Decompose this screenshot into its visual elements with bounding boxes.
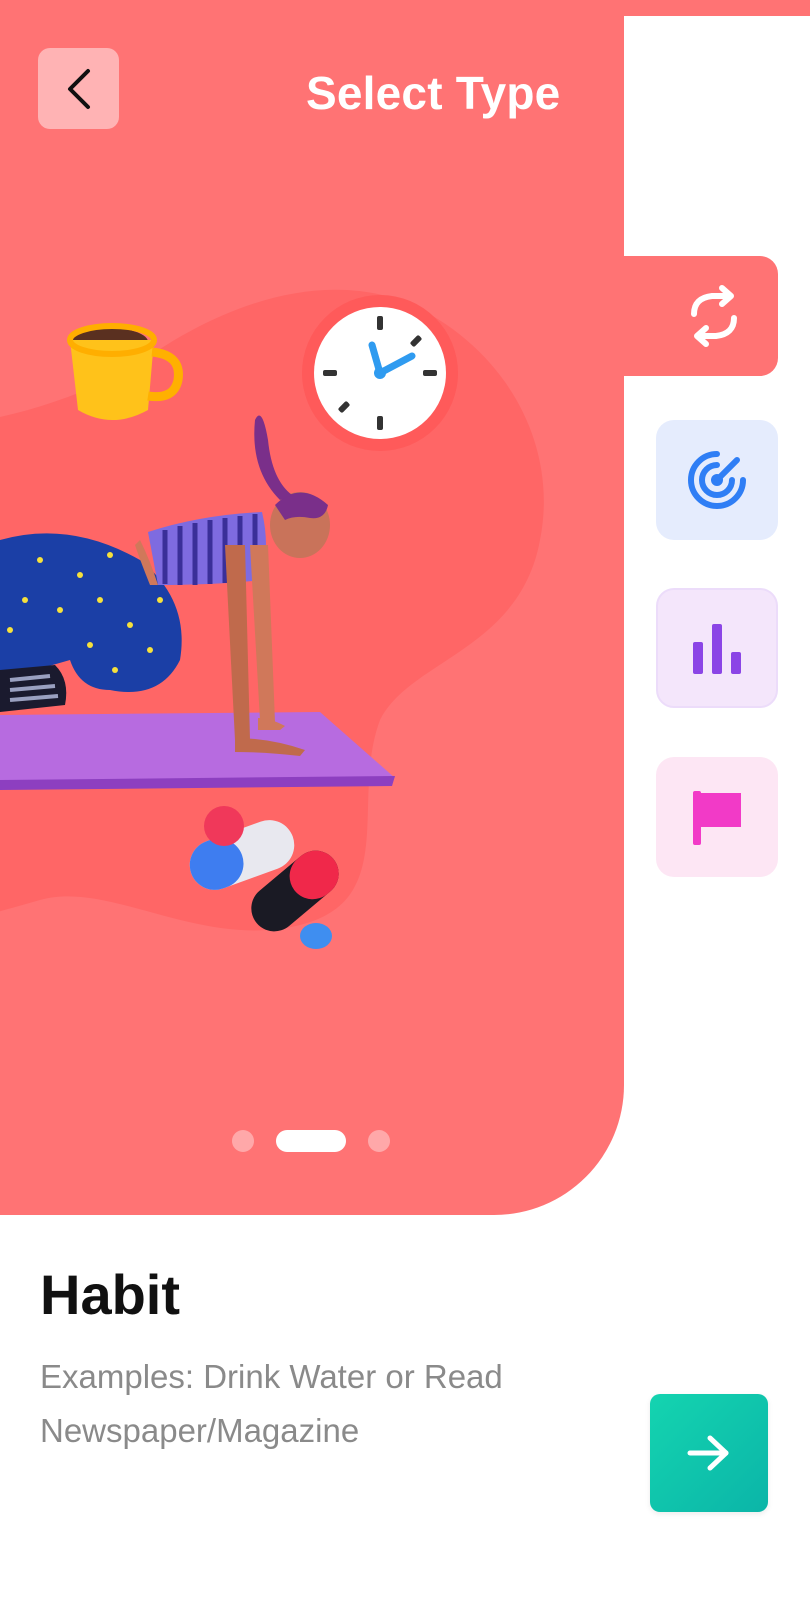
selected-type-description: Examples: Drink Water or Read Newspaper/… xyxy=(40,1358,503,1449)
bar-chart-icon xyxy=(693,624,741,674)
carousel-dot[interactable] xyxy=(368,1130,390,1152)
clock-icon xyxy=(302,295,458,451)
person-figure xyxy=(0,415,330,756)
repeat-icon xyxy=(691,285,737,347)
type-option-stats[interactable] xyxy=(656,588,778,708)
flag-icon xyxy=(693,791,741,845)
selected-type-name: Habit xyxy=(40,1263,180,1326)
chevron-left-icon xyxy=(67,68,90,109)
hero-card: Select Type xyxy=(0,0,624,1215)
yoga-mat xyxy=(0,712,395,790)
type-option-goal[interactable] xyxy=(656,420,778,540)
target-icon xyxy=(688,451,746,509)
next-button[interactable] xyxy=(650,1394,768,1512)
workout-illustration xyxy=(0,295,458,949)
carousel-dot-active[interactable] xyxy=(276,1130,346,1152)
coffee-mug-icon xyxy=(67,323,183,420)
pills-icon xyxy=(189,806,339,949)
carousel-indicator xyxy=(0,1128,624,1152)
type-option-habit[interactable] xyxy=(600,256,778,376)
arrow-right-icon xyxy=(687,1435,729,1471)
carousel-dot[interactable] xyxy=(232,1130,254,1152)
back-button[interactable] xyxy=(38,48,119,129)
type-option-milestone[interactable] xyxy=(656,757,778,877)
page-title: Select Type xyxy=(306,67,561,119)
